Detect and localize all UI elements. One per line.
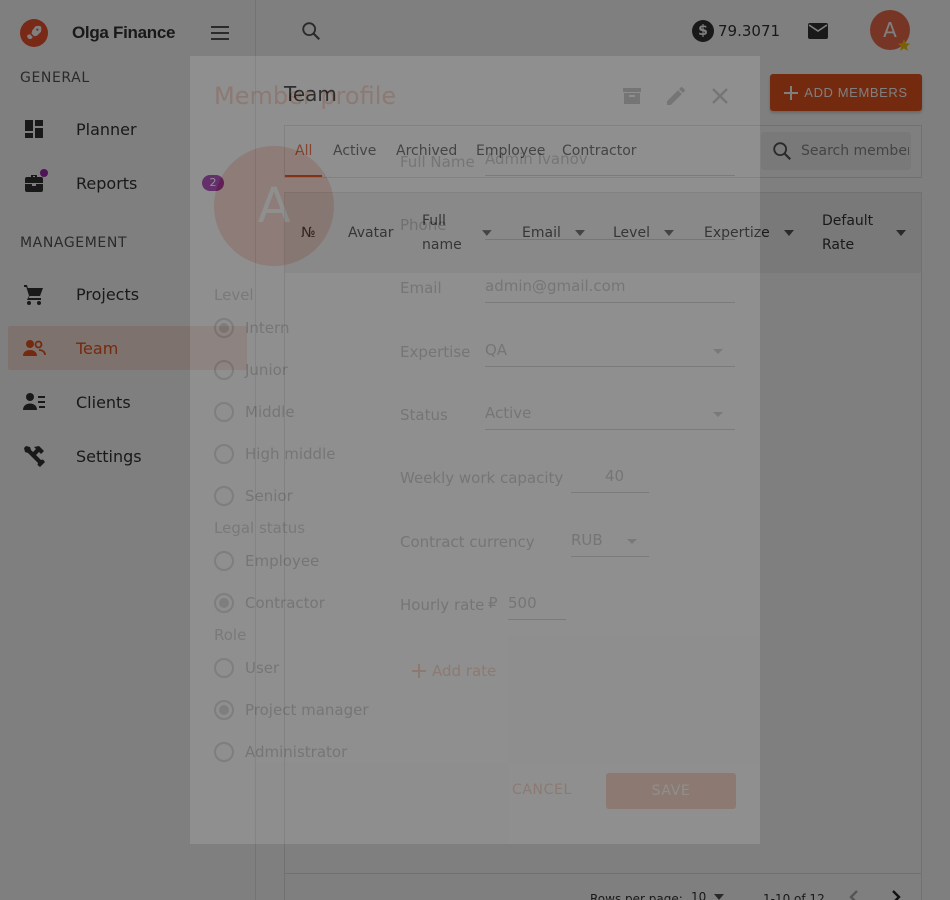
radio-level-intern[interactable]: Intern [214, 318, 289, 338]
radio-ring [214, 593, 234, 613]
close-icon[interactable] [708, 84, 732, 108]
radio-legal-contractor[interactable]: Contractor [214, 593, 325, 613]
status-label: Status [400, 406, 448, 424]
radio-ring [214, 402, 234, 422]
expertise-select[interactable]: QA [485, 339, 735, 367]
legal-status-label: Legal status [214, 519, 306, 537]
radio-label: Contractor [245, 594, 325, 612]
full-name-label: Full Name [400, 153, 475, 171]
radio-label: Administrator [245, 743, 348, 761]
full-name-field[interactable]: Admin Ivanov [485, 148, 735, 176]
radio-ring [214, 551, 234, 571]
radio-legal-employee[interactable]: Employee [214, 551, 319, 571]
radio-ring [214, 318, 234, 338]
radio-label: Project manager [245, 701, 369, 719]
email-label: Email [400, 279, 442, 297]
ruble-icon: ₽ [488, 594, 498, 612]
level-label: Level [214, 286, 254, 304]
radio-ring [214, 486, 234, 506]
cancel-button[interactable]: CANCEL [512, 782, 572, 798]
weekly-capacity-label: Weekly work capacity [400, 469, 564, 487]
radio-ring [214, 700, 234, 720]
radio-ring [214, 742, 234, 762]
plus-icon [412, 664, 426, 678]
radio-level-junior[interactable]: Junior [214, 360, 288, 380]
radio-label: Intern [245, 319, 290, 337]
radio-label: Middle [245, 403, 295, 421]
radio-level-middle[interactable]: Middle [214, 402, 295, 422]
status-select[interactable]: Active [485, 402, 735, 430]
dialog-title: Member profile [214, 82, 397, 110]
add-rate-button[interactable]: Add rate [412, 662, 496, 680]
radio-ring [214, 360, 234, 380]
weekly-capacity-field[interactable]: 40 [571, 465, 649, 493]
radio-label: Junior [245, 361, 288, 379]
radio-role-administrator[interactable]: Administrator [214, 742, 347, 762]
expertise-label: Expertise [400, 343, 471, 361]
hourly-rate-label: Hourly rate [400, 596, 485, 614]
member-profile-dialog: Member profile A Level Intern Junior Mid… [190, 56, 760, 844]
radio-level-high-middle[interactable]: High middle [214, 444, 335, 464]
radio-ring [214, 444, 234, 464]
email-field[interactable]: admin@gmail.com [485, 275, 735, 303]
save-button[interactable]: SAVE [606, 773, 736, 809]
phone-label: Phone [400, 216, 447, 234]
radio-role-project-manager[interactable]: Project manager [214, 700, 369, 720]
radio-label: User [245, 659, 280, 677]
radio-label: Employee [245, 552, 320, 570]
radio-ring [214, 658, 234, 678]
radio-label: High middle [245, 445, 336, 463]
role-label: Role [214, 626, 247, 644]
member-avatar[interactable]: A [214, 146, 334, 266]
radio-label: Senior [245, 487, 293, 505]
add-rate-label: Add rate [432, 662, 497, 680]
contract-currency-label: Contract currency [400, 533, 535, 551]
archive-icon[interactable] [620, 84, 644, 108]
edit-icon[interactable] [664, 84, 688, 108]
phone-field[interactable] [485, 212, 735, 240]
hourly-rate-field[interactable]: 500 [508, 592, 566, 620]
radio-role-user[interactable]: User [214, 658, 279, 678]
radio-level-senior[interactable]: Senior [214, 486, 293, 506]
contract-currency-select[interactable]: RUB [571, 529, 649, 557]
